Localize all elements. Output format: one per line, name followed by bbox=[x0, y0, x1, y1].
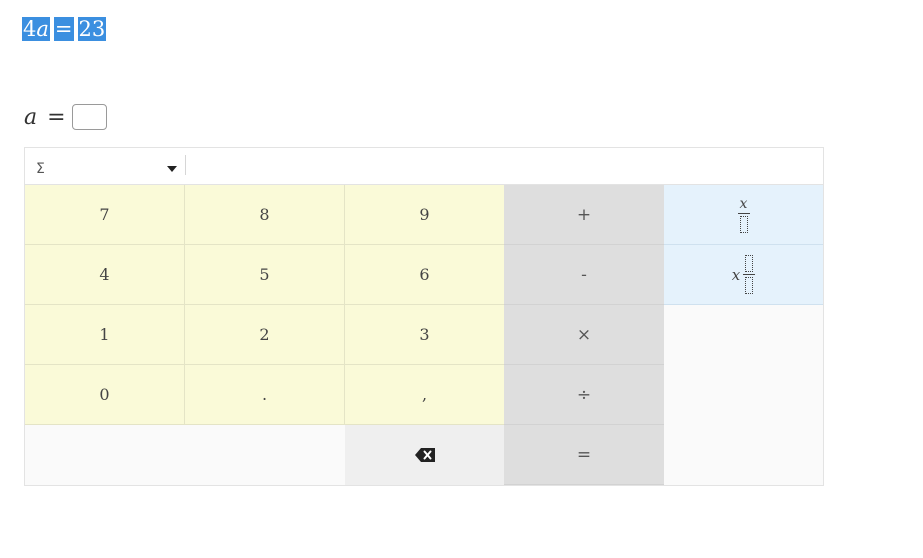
mixed-fraction-icon: x bbox=[731, 255, 756, 294]
mixed-fraction-variable: x bbox=[731, 265, 741, 284]
category-dropdown[interactable]: Σ bbox=[25, 148, 183, 184]
key-3[interactable]: 3 bbox=[345, 305, 505, 365]
denominator-slot bbox=[745, 277, 754, 294]
key-6[interactable]: 6 bbox=[345, 245, 505, 305]
fraction-icon: x bbox=[737, 195, 750, 233]
equation-equals: = bbox=[53, 17, 74, 41]
fraction-bar bbox=[737, 212, 750, 214]
equation[interactable]: 4a = 23 bbox=[22, 16, 107, 42]
key-divide[interactable]: ÷ bbox=[504, 365, 664, 425]
key-equals[interactable]: = bbox=[504, 425, 664, 485]
key-5[interactable]: 5 bbox=[185, 245, 345, 305]
key-minus[interactable]: - bbox=[504, 245, 664, 305]
key-comma[interactable]: , bbox=[345, 365, 505, 425]
header-divider bbox=[185, 155, 186, 175]
key-backspace[interactable] bbox=[345, 425, 504, 485]
answer-input[interactable] bbox=[71, 104, 107, 130]
keypad-header: Σ bbox=[25, 148, 823, 185]
key-times[interactable]: × bbox=[504, 305, 664, 365]
denominator-slot bbox=[739, 215, 748, 233]
key-9[interactable]: 9 bbox=[345, 185, 505, 245]
answer-variable: a bbox=[24, 104, 38, 130]
equals-label: = bbox=[576, 444, 592, 465]
mixed-fraction-stack bbox=[743, 255, 756, 294]
answer-equals: = bbox=[47, 104, 66, 130]
key-fraction[interactable]: x bbox=[664, 185, 823, 245]
equation-lhs: 4a bbox=[22, 17, 50, 41]
category-label: Σ bbox=[36, 161, 45, 177]
backspace-icon bbox=[414, 448, 435, 462]
mixed-fraction-bar bbox=[743, 274, 756, 275]
key-mixed-fraction[interactable]: x bbox=[664, 245, 823, 305]
key-decimal-point[interactable]: . bbox=[185, 365, 345, 425]
answer-row: a = bbox=[24, 102, 107, 132]
equation-rhs: 23 bbox=[77, 17, 107, 41]
key-1[interactable]: 1 bbox=[25, 305, 185, 365]
equation-coefficient: 4 bbox=[23, 17, 37, 41]
key-8[interactable]: 8 bbox=[185, 185, 345, 245]
numerator-slot bbox=[745, 255, 754, 272]
fraction-variable: x bbox=[739, 195, 748, 212]
caret-down-icon bbox=[167, 166, 177, 172]
math-keypad: Σ 7 8 9 + x 4 5 6 - x 1 2 3 × 0 . , ÷ = bbox=[24, 147, 824, 486]
key-plus[interactable]: + bbox=[504, 185, 664, 245]
key-0[interactable]: 0 bbox=[25, 365, 185, 425]
plus-label: + bbox=[576, 204, 592, 225]
divide-label: ÷ bbox=[576, 384, 592, 405]
key-7[interactable]: 7 bbox=[25, 185, 185, 245]
key-4[interactable]: 4 bbox=[25, 245, 185, 305]
times-label: × bbox=[576, 324, 592, 345]
equation-variable: a bbox=[36, 17, 49, 41]
minus-label: - bbox=[581, 264, 587, 285]
key-2[interactable]: 2 bbox=[185, 305, 345, 365]
